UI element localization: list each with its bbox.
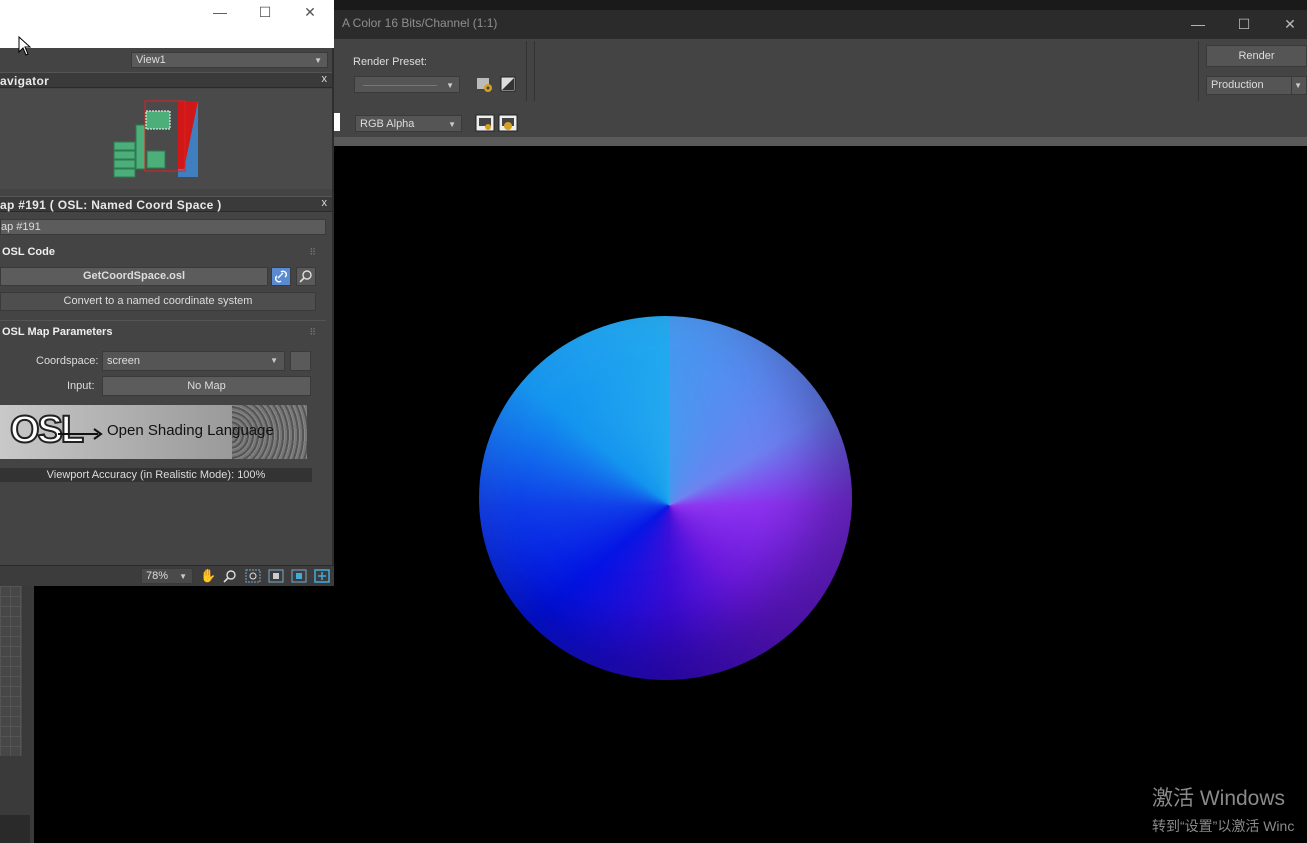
mouse-cursor-icon bbox=[18, 36, 32, 56]
minimize-button[interactable]: — bbox=[198, 0, 242, 26]
link-icon[interactable] bbox=[271, 267, 291, 286]
chevron-down-icon: ▼ bbox=[1294, 81, 1302, 90]
rendered-sphere bbox=[479, 316, 852, 680]
osl-code-rollout-title[interactable]: OSL Code bbox=[2, 246, 55, 258]
search-icon[interactable] bbox=[296, 267, 316, 286]
viewport-accuracy-status: Viewport Accuracy (in Realistic Mode): 1… bbox=[0, 468, 312, 482]
render-canvas-divider bbox=[334, 137, 1307, 146]
channel-value: RGB Alpha bbox=[360, 118, 415, 130]
input-label: Input: bbox=[67, 380, 95, 392]
view-value: View1 bbox=[136, 54, 166, 66]
navigator-view[interactable] bbox=[0, 89, 332, 189]
watermark-line2: 转到“设置”以激活 Winc bbox=[1152, 818, 1295, 834]
coordspace-map-button[interactable] bbox=[290, 351, 311, 371]
render-button[interactable]: Render bbox=[1206, 45, 1307, 67]
map-name-value: ap #191 bbox=[1, 221, 41, 233]
chevron-down-icon: ▼ bbox=[314, 56, 322, 65]
zoom-region-icon[interactable] bbox=[245, 569, 261, 583]
chevron-down-icon: ▼ bbox=[179, 572, 187, 581]
map-name-field[interactable]: ap #191 bbox=[0, 219, 326, 235]
display-toggle-icon[interactable] bbox=[475, 114, 495, 132]
rollout-grip-icon: ⠿ bbox=[309, 247, 316, 257]
close-button[interactable]: ✕ bbox=[1268, 10, 1307, 39]
viewport-grid bbox=[0, 586, 22, 756]
render-setup-icon[interactable] bbox=[474, 75, 494, 93]
osl-file-button[interactable]: GetCoordSpace.osl bbox=[0, 267, 268, 286]
map-panel-title: ap #191 ( OSL: Named Coord Space ) bbox=[0, 198, 222, 212]
osl-banner: OSL Open Shading Language bbox=[0, 405, 307, 459]
chevron-down-icon: ▼ bbox=[446, 81, 454, 90]
chevron-down-icon: ▼ bbox=[448, 120, 456, 129]
osl-params-rollout-title[interactable]: OSL Map Parameters bbox=[2, 326, 112, 338]
environment-exposure-icon[interactable] bbox=[498, 75, 518, 93]
navigator-title: avigator bbox=[0, 74, 50, 88]
toolbar-separator bbox=[526, 41, 527, 101]
material-editor-statusbar: 78% ▼ ✋ bbox=[0, 565, 334, 586]
toolbar-separator bbox=[1198, 41, 1199, 101]
input-map-button[interactable]: No Map bbox=[102, 376, 311, 396]
render-preset-label: Render Preset: bbox=[353, 56, 427, 68]
close-icon[interactable]: x bbox=[322, 197, 328, 209]
pan-hand-icon[interactable]: ✋ bbox=[200, 569, 216, 583]
zoom-extents-icon[interactable] bbox=[268, 569, 284, 583]
arrow-right-icon bbox=[58, 428, 103, 440]
navigator-minimap bbox=[113, 100, 198, 178]
maximize-button[interactable]: ☐ bbox=[243, 0, 287, 26]
map-panel-header[interactable]: ap #191 ( OSL: Named Coord Space ) x bbox=[0, 196, 332, 212]
render-canvas[interactable] bbox=[334, 146, 1307, 843]
navigator-header[interactable]: avigator x bbox=[0, 72, 332, 88]
render-window-titlebar[interactable]: A Color 16 Bits/Channel (1:1) — ☐ ✕ bbox=[334, 10, 1307, 39]
watermark-line1: 激活 Windows bbox=[1152, 787, 1286, 810]
chevron-down-icon: ▼ bbox=[270, 356, 278, 365]
viewport-bottom-strip bbox=[0, 815, 30, 843]
material-editor-titlebar[interactable]: — ☐ ✕ bbox=[0, 0, 334, 48]
zoom-dropdown[interactable]: 78% ▼ bbox=[141, 568, 193, 584]
production-value: Production bbox=[1211, 79, 1264, 91]
minimize-button[interactable]: — bbox=[1176, 10, 1220, 39]
render-preset-dropdown[interactable]: ▼ bbox=[354, 76, 460, 93]
coordspace-dropdown[interactable]: screen ▼ bbox=[102, 351, 285, 371]
render-window-title: A Color 16 Bits/Channel (1:1) bbox=[342, 16, 498, 30]
close-icon[interactable]: x bbox=[322, 73, 328, 85]
zoom-icon[interactable] bbox=[222, 569, 238, 583]
production-dropdown[interactable]: Production ▼ bbox=[1206, 76, 1307, 95]
display-overlay-icon[interactable] bbox=[498, 114, 518, 132]
toolbar-separator bbox=[534, 41, 535, 101]
render-toolbar: Render Preset: ▼ Render Production ▼ bbox=[334, 39, 1307, 107]
render-window-top-strip bbox=[334, 0, 1307, 10]
zoom-value: 78% bbox=[146, 570, 169, 582]
render-toolbar-secondary: RGB Alpha ▼ bbox=[334, 107, 1307, 137]
osl-banner-text: Open Shading Language bbox=[107, 422, 274, 439]
zoom-extents-selected-icon[interactable] bbox=[291, 569, 307, 583]
coordspace-label: Coordspace: bbox=[36, 355, 99, 367]
material-editor-panel: View1 ▼ avigator x ap #191 ( OSL: Named … bbox=[0, 48, 334, 586]
rollout-grip-icon: ⠿ bbox=[309, 327, 316, 337]
channel-dropdown[interactable]: RGB Alpha ▼ bbox=[355, 115, 462, 132]
pan-to-selected-icon[interactable] bbox=[314, 569, 330, 583]
coordspace-value: screen bbox=[107, 355, 141, 367]
color-swatch[interactable] bbox=[334, 113, 340, 131]
view-dropdown[interactable]: View1 ▼ bbox=[131, 52, 328, 68]
close-button[interactable]: ✕ bbox=[288, 0, 332, 26]
osl-description-button[interactable]: Convert to a named coordinate system bbox=[0, 292, 316, 311]
windows-activation-watermark: 激活 Windows 转到“设置”以激活 Winc bbox=[1152, 782, 1294, 836]
rollout-divider bbox=[0, 320, 326, 321]
maximize-button[interactable]: ☐ bbox=[1222, 10, 1266, 39]
